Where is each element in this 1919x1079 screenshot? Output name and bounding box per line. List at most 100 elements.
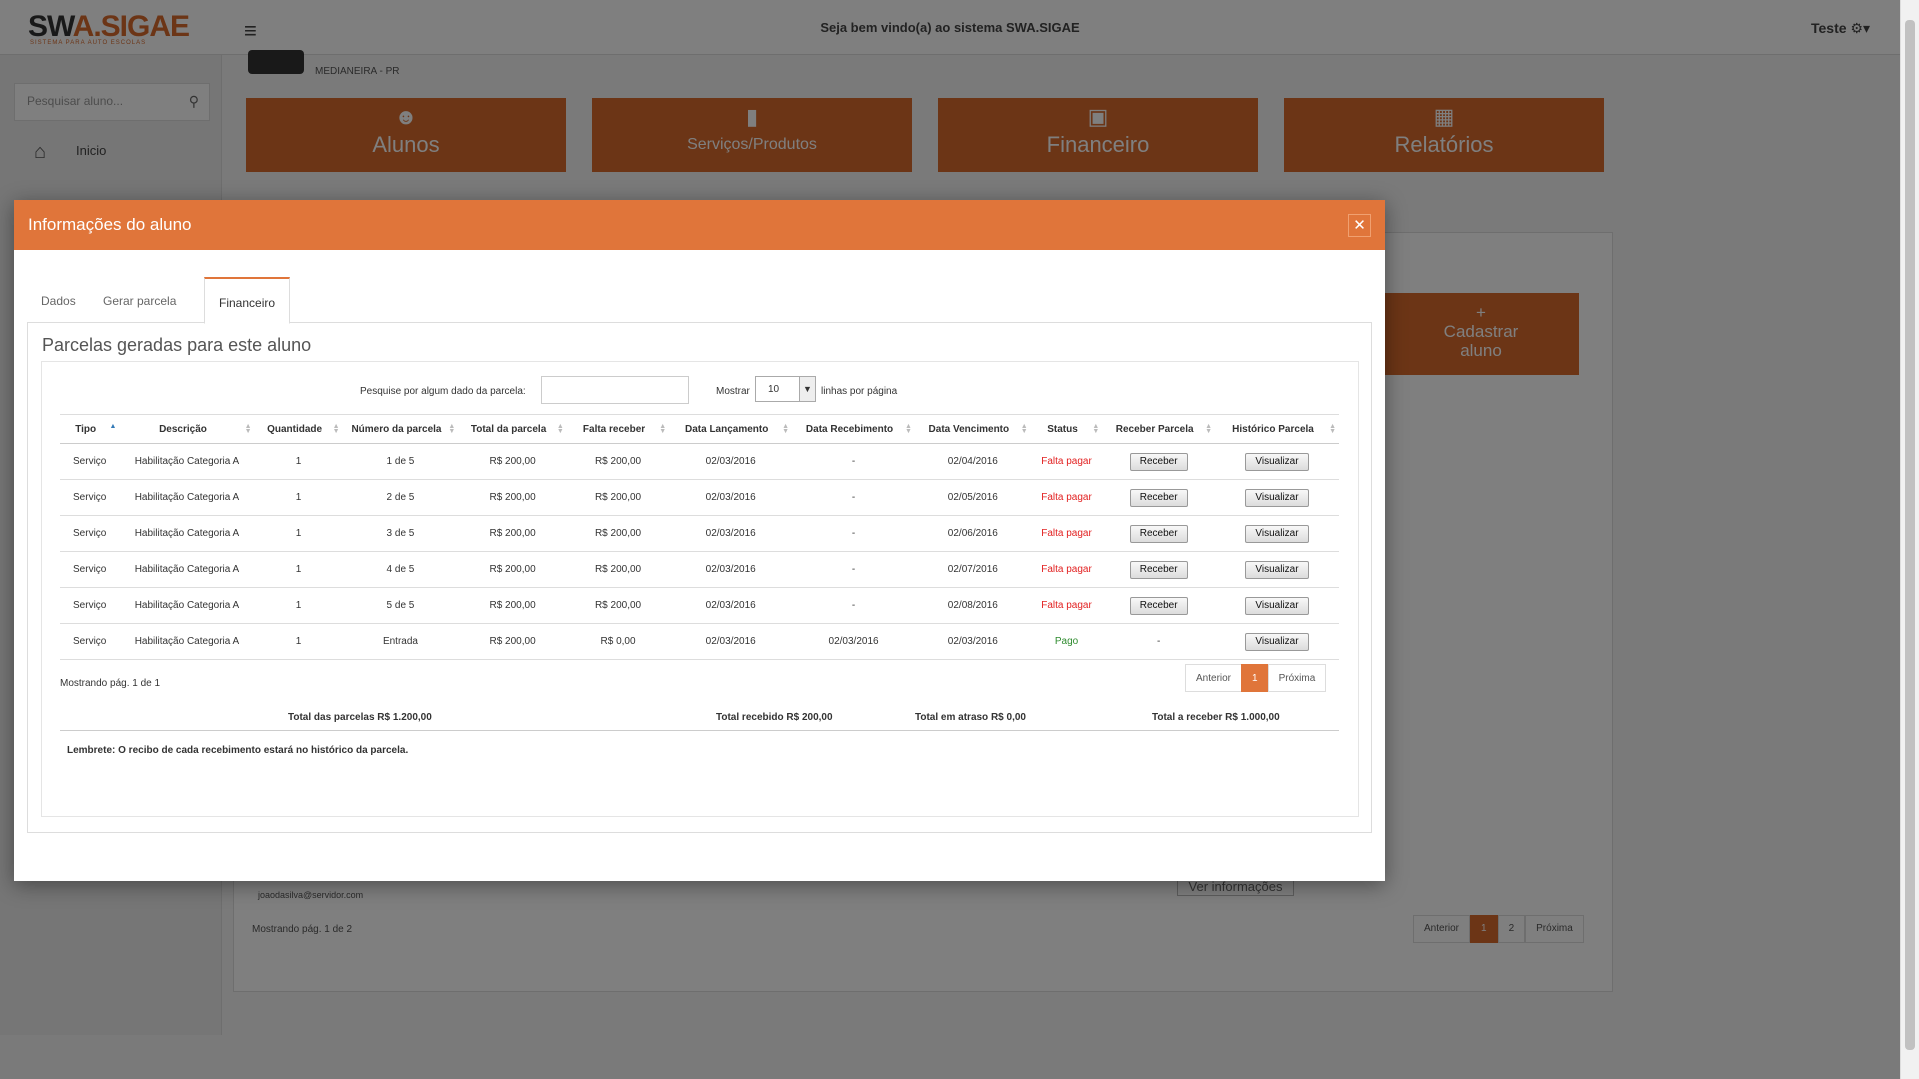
cell-venc: 02/03/2016 [914, 623, 1031, 660]
status-badge: Falta pagar [1030, 443, 1103, 480]
cell-lanc: 02/03/2016 [669, 623, 793, 660]
scrollbar-thumb[interactable] [1905, 20, 1915, 1050]
cell-receber: Receber [1102, 479, 1215, 516]
column-header-status[interactable]: Status ▲ ▼ [1030, 414, 1103, 444]
cell-tipo: Serviço [60, 551, 120, 588]
installment-search-input[interactable] [541, 376, 689, 404]
cell-tipo: Serviço [60, 515, 120, 552]
cell-receber: Receber [1102, 587, 1215, 624]
column-header-tipo[interactable]: Tipo ▲ [60, 414, 120, 444]
cell-numero: Entrada [342, 623, 459, 660]
receive-button[interactable]: Receber [1129, 452, 1188, 471]
cell-descricao: Habilitação Categoria A [119, 515, 255, 552]
column-label: Histórico Parcela [1232, 423, 1314, 435]
column-header-receber[interactable]: Receber Parcela ▲ ▼ [1102, 414, 1215, 444]
cell-hist: Visualizar [1215, 551, 1339, 588]
sort-icon: ▲ ▼ [244, 423, 252, 435]
cell-qtd: 1 [254, 479, 343, 516]
filter-label: Pesquise por algum dado da parcela: [360, 386, 526, 397]
cell-receber: Receber [1102, 551, 1215, 588]
rows-per-page-select[interactable]: 10 ▼ [755, 376, 816, 402]
cell-hist: Visualizar [1215, 515, 1339, 552]
receive-button[interactable]: Receber [1129, 488, 1188, 507]
per-page-label: linhas por página [821, 386, 898, 397]
view-history-button[interactable]: Visualizar [1245, 488, 1309, 507]
cell-lanc: 02/03/2016 [669, 551, 793, 588]
view-history-button[interactable]: Visualizar [1245, 632, 1309, 651]
table-row: Serviço Habilitação Categoria A13 de 5 R$ … [60, 515, 1339, 552]
column-header-total[interactable]: Total da parcela ▲ ▼ [458, 414, 567, 444]
table-row: Serviço Habilitação Categoria A14 de 5 R$ … [60, 551, 1339, 588]
view-history-button[interactable]: Visualizar [1245, 452, 1309, 471]
cell-numero: 1 de 5 [342, 443, 459, 480]
cell-hist: Visualizar [1215, 587, 1339, 624]
cell-hist: Visualizar [1215, 623, 1339, 660]
receive-button[interactable]: Receber [1129, 524, 1188, 543]
view-history-button[interactable]: Visualizar [1245, 560, 1309, 579]
cell-receber: Receber [1102, 443, 1215, 480]
cell-venc: 02/07/2016 [914, 551, 1031, 588]
cell-receb: - [792, 443, 915, 480]
close-icon[interactable]: ✕ [1348, 214, 1371, 237]
pagination-info: Mostrando pág. 1 de 1 [60, 678, 161, 689]
column-label: Total da parcela [470, 423, 547, 435]
pagination-next[interactable]: Próxima [1267, 664, 1327, 692]
sort-asc-icon: ▲ [109, 423, 117, 430]
column-header-historico[interactable]: Histórico Parcela ▲ ▼ [1215, 414, 1339, 444]
cell-falta: R$ 200,00 [566, 479, 670, 516]
sort-icon: ▲ ▼ [905, 423, 912, 435]
table-row: Serviço Habilitação Categoria A11 de 5 R$ … [60, 443, 1339, 480]
page-scrollbar[interactable] [1900, 0, 1919, 1079]
cell-descricao: Habilitação Categoria A [119, 587, 255, 624]
column-header-descricao[interactable]: Descrição ▲ ▼ [119, 414, 255, 444]
cell-falta: R$ 200,00 [566, 515, 670, 552]
status-badge: Falta pagar [1030, 587, 1103, 624]
column-header-quantidade[interactable]: Quantidade ▲ ▼ [254, 414, 343, 444]
receive-button[interactable]: Receber [1129, 596, 1188, 615]
total-atraso: Total em atraso R$ 0,00 [915, 712, 1026, 723]
modal-header: Informações do aluno ✕ [14, 200, 1385, 250]
total-a-receber: Total a receber R$ 1.000,00 [1152, 712, 1280, 723]
cell-qtd: 1 [254, 587, 343, 624]
financeiro-pane: Parcelas geradas para este aluno Pesquis… [27, 323, 1372, 833]
tab-financeiro[interactable]: Financeiro [204, 277, 291, 324]
tab-gerar-parcela[interactable]: Gerar parcela [89, 277, 190, 323]
show-label: Mostrar [716, 386, 750, 397]
pagination-current-page[interactable]: 1 [1241, 664, 1269, 692]
cell-receb: - [792, 515, 915, 552]
sort-icon: ▲ ▼ [556, 423, 564, 435]
sort-icon: ▲ ▼ [782, 423, 790, 435]
cell-receber: - [1102, 623, 1215, 660]
sort-icon: ▲ ▼ [1092, 423, 1100, 435]
rows-per-page-value: 10 [768, 384, 780, 395]
receive-button[interactable]: Receber [1129, 560, 1188, 579]
cell-falta: R$ 200,00 [566, 587, 670, 624]
cell-descricao: Habilitação Categoria A [119, 443, 255, 480]
cell-venc: 02/08/2016 [914, 587, 1031, 624]
view-history-button[interactable]: Visualizar [1245, 596, 1309, 615]
pane-title: Parcelas geradas para este aluno [42, 335, 312, 355]
modal-tabs: Dados Gerar parcela Financeiro [27, 277, 1372, 324]
cell-descricao: Habilitação Categoria A [119, 479, 255, 516]
column-header-recebimento[interactable]: Data Recebimento ▲ ▼ [792, 414, 915, 444]
cell-numero: 3 de 5 [342, 515, 459, 552]
cell-lanc: 02/03/2016 [669, 515, 793, 552]
column-header-numero[interactable]: Número da parcela ▲ ▼ [342, 414, 459, 444]
sort-icon: ▲ ▼ [659, 423, 667, 435]
column-header-falta[interactable]: Falta receber ▲ ▼ [566, 414, 670, 444]
total-parcelas: Total das parcelas R$ 1.200,00 [288, 712, 432, 723]
cell-total: R$ 200,00 [458, 515, 567, 552]
totals-row: Total das parcelas R$ 1.200,00 Total rec… [60, 697, 1339, 731]
column-label: Data Recebimento [805, 423, 894, 435]
cell-qtd: 1 [254, 515, 343, 552]
tab-dados[interactable]: Dados [27, 277, 90, 323]
cell-receb: - [792, 479, 915, 516]
pagination-prev[interactable]: Anterior [1185, 664, 1243, 692]
cell-lanc: 02/03/2016 [669, 443, 793, 480]
cell-tipo: Serviço [60, 443, 120, 480]
column-label: Falta receber [582, 423, 646, 435]
view-history-button[interactable]: Visualizar [1245, 524, 1309, 543]
student-info-modal: Informações do aluno ✕ Dados Gerar parce… [14, 200, 1385, 881]
column-header-lancamento[interactable]: Data Lançamento ▲ ▼ [669, 414, 793, 444]
column-header-vencimento[interactable]: Data Vencimento ▲ ▼ [914, 414, 1031, 444]
